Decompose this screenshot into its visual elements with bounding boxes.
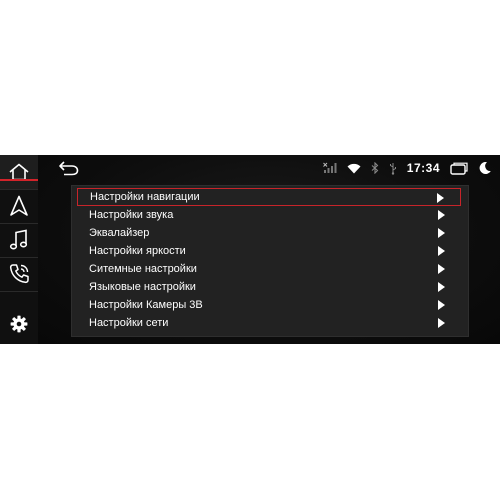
menu-item-sound-settings[interactable]: Настройки звука <box>77 206 461 224</box>
window-icon[interactable] <box>450 162 468 175</box>
music-icon <box>9 229 28 250</box>
back-arrow-icon <box>59 161 79 176</box>
clock-time: 17:34 <box>406 161 440 175</box>
menu-item-language-settings[interactable]: Языковые настройки <box>77 278 461 296</box>
play-arrow-icon <box>438 318 445 328</box>
menu-item-network-settings[interactable]: Настройки сети <box>77 314 461 332</box>
settings-menu: Настройки навигации Настройки звука Эква… <box>71 185 469 337</box>
wifi-icon <box>347 163 361 174</box>
menu-item-label: Языковые настройки <box>89 281 196 293</box>
menu-item-camera-settings[interactable]: Настройки Камеры 3В <box>77 296 461 314</box>
settings-icon <box>10 315 28 333</box>
back-button[interactable] <box>58 160 80 176</box>
music-button[interactable] <box>0 223 38 257</box>
navigation-icon <box>10 195 28 216</box>
home-active-indicator <box>0 179 38 181</box>
menu-item-equalizer[interactable]: Эквалайзер <box>77 224 461 242</box>
play-arrow-icon <box>437 193 444 203</box>
no-signal-icon <box>322 162 337 174</box>
nav-divider <box>0 291 38 292</box>
menu-item-system-settings[interactable]: Ситемные настройки <box>77 260 461 278</box>
status-icons: 17:34 <box>322 158 492 178</box>
menu-item-label: Настройки Камеры 3В <box>89 299 203 311</box>
menu-item-brightness-settings[interactable]: Настройки яркости <box>77 242 461 260</box>
left-nav-rail <box>0 155 38 344</box>
play-arrow-icon <box>438 264 445 274</box>
bluetooth-icon <box>371 162 379 174</box>
menu-item-label: Эквалайзер <box>89 227 150 239</box>
settings-content: 17:34 Настройки навигации Настройки звук… <box>38 155 500 344</box>
play-arrow-icon <box>438 300 445 310</box>
phone-button[interactable] <box>0 257 38 291</box>
home-button[interactable] <box>0 155 38 189</box>
play-arrow-icon <box>438 228 445 238</box>
phone-icon <box>9 264 29 284</box>
play-arrow-icon <box>438 282 445 292</box>
play-arrow-icon <box>438 246 445 256</box>
head-unit-screen: 17:34 Настройки навигации Настройки звук… <box>0 155 500 344</box>
play-arrow-icon <box>438 210 445 220</box>
settings-button[interactable] <box>0 307 38 341</box>
menu-item-label: Настройки сети <box>89 317 169 329</box>
menu-item-label: Настройки навигации <box>90 191 200 203</box>
night-mode-icon[interactable] <box>478 161 492 175</box>
status-bar: 17:34 <box>38 155 500 181</box>
menu-item-label: Настройки звука <box>89 209 174 221</box>
usb-icon <box>389 162 397 175</box>
navigation-button[interactable] <box>0 189 38 223</box>
menu-item-label: Настройки яркости <box>89 245 186 257</box>
menu-item-label: Ситемные настройки <box>89 263 197 275</box>
menu-item-navigation-settings[interactable]: Настройки навигации <box>77 188 461 206</box>
